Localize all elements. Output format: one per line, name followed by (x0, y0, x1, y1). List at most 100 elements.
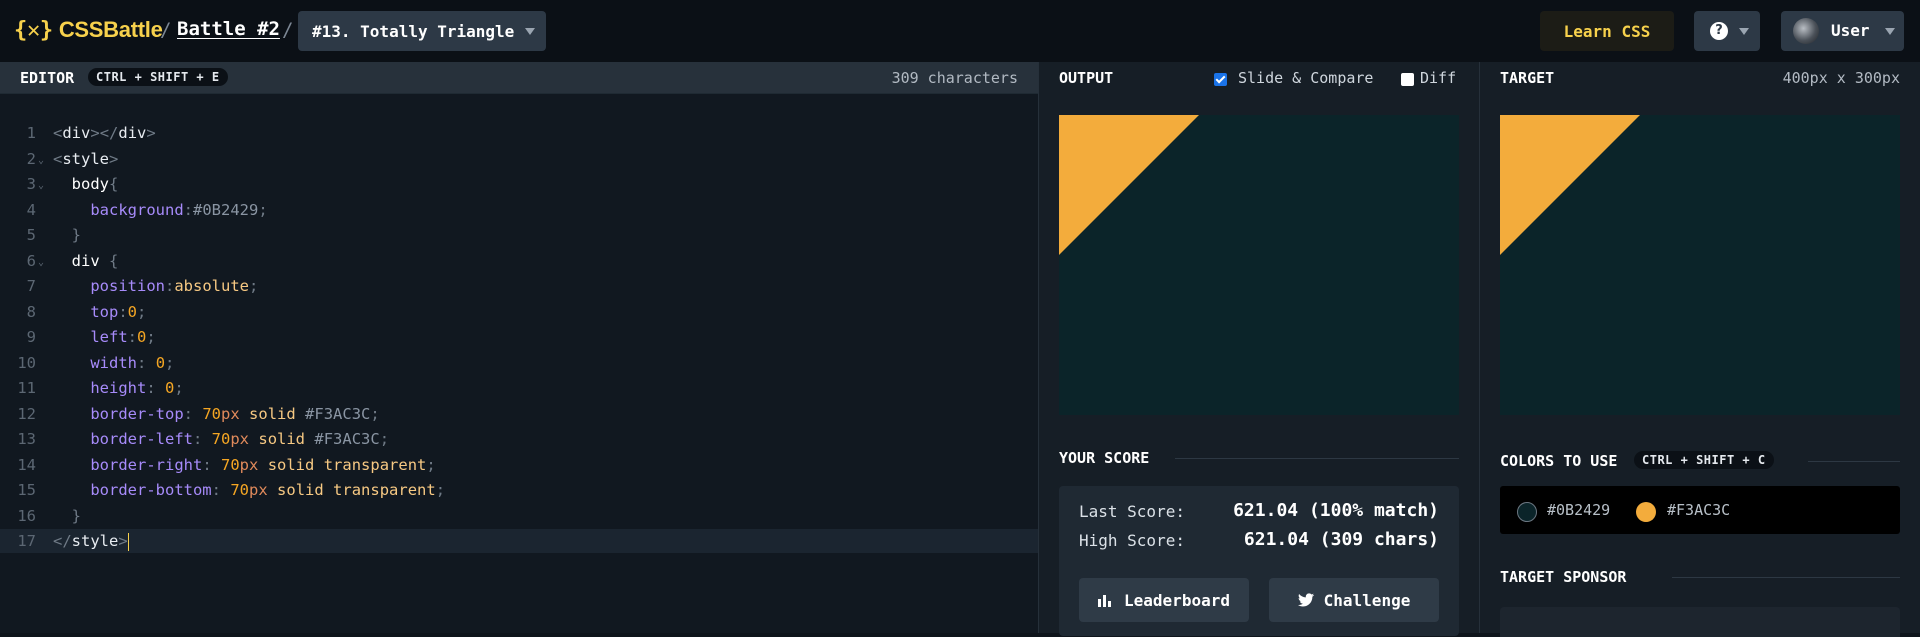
line-number: 1 (26, 124, 36, 142)
code-text: position:absolute; (90, 277, 259, 295)
your-score-title: YOUR SCORE (1059, 449, 1150, 467)
target-triangle (1500, 115, 1640, 255)
output-preview[interactable] (1059, 115, 1459, 415)
code-text: border-bottom: 70px solid transparent; (90, 481, 446, 499)
leaderboard-button[interactable]: Leaderboard (1079, 578, 1249, 622)
line-number: 11 (17, 379, 36, 397)
line-number: 5 (26, 226, 36, 244)
color-label-0b2429[interactable]: #0B2429 (1547, 501, 1610, 519)
code-text: background:#0B2429; (90, 200, 268, 219)
leaderboard-label: Leaderboard (1124, 590, 1230, 610)
code-line[interactable]: 13 border-left: 70px solid #F3AC3C; (0, 427, 1038, 451)
character-count: 309 characters (891, 69, 1018, 87)
help-icon: ? (1710, 22, 1728, 40)
code-text: height: 0; (90, 379, 184, 397)
slide-compare-checkbox[interactable] (1214, 73, 1227, 86)
cssbattle-logo[interactable]: {✕} CSSBattle (14, 17, 163, 43)
line-number: 12 (17, 404, 36, 423)
code-line[interactable]: 9 left:0; (0, 325, 1038, 349)
code-text: </style> (53, 532, 130, 551)
target-panel: TARGET 400px x 300px COLORS TO USE CTRL … (1480, 62, 1920, 637)
challenge-label: Challenge (1323, 590, 1411, 610)
help-menu-button[interactable]: ? (1694, 11, 1760, 51)
editor-label: EDITOR (20, 69, 75, 87)
code-line[interactable]: 1 <div></div> (0, 121, 1038, 145)
code-line[interactable]: 15 border-bottom: 70px solid transparent… (0, 478, 1038, 502)
code-line[interactable]: 12 border-top: 70px solid #F3AC3C; (0, 402, 1038, 426)
target-size: 400px x 300px (1782, 69, 1900, 87)
code-line[interactable]: 14 border-right: 70px solid transparent; (0, 453, 1038, 477)
score-card: Last Score: 621.04 (100% match) High Sco… (1059, 486, 1459, 636)
code-editor[interactable]: 1 <div></div> 2 ⌄ <style> 3 ⌄ body{4 backgroun… (0, 94, 1038, 633)
breadcrumb-separator: / (282, 19, 294, 41)
fold-chevron-icon[interactable]: ⌄ (38, 174, 44, 198)
line-number: 16 (17, 506, 36, 525)
line-number: 8 (26, 302, 36, 321)
code-line[interactable]: 10 width: 0; (0, 351, 1038, 375)
code-line[interactable]: 16 } (0, 504, 1038, 528)
code-line[interactable]: 4 background:#0B2429; (0, 198, 1038, 222)
section-divider (1175, 458, 1459, 459)
code-text: left:0; (90, 328, 156, 346)
line-number: 6 (26, 251, 36, 270)
twitter-icon (1297, 593, 1314, 607)
output-panel: OUTPUT Slide & Compare Diff YOUR SCORE L… (1039, 62, 1479, 636)
code-text: border-left: 70px solid #F3AC3C; (90, 430, 390, 448)
top-bar: {✕} CSSBattle / Battle #2 / #13. Totally… (0, 0, 1920, 62)
challenge-button[interactable]: Challenge (1269, 578, 1439, 622)
user-menu-button[interactable]: User (1781, 11, 1904, 51)
code-text: div { (71, 251, 119, 270)
code-line[interactable]: 8 top:0; (0, 300, 1038, 324)
level-title: #13. Totally Triangle (312, 21, 515, 41)
code-line[interactable]: 17 </style> (0, 529, 1038, 553)
editor-header: EDITOR CTRL + SHIFT + E 309 characters (0, 62, 1038, 94)
code-text: <style> (53, 149, 119, 168)
breadcrumb-battle-link[interactable]: Battle #2 (177, 18, 280, 40)
color-swatch-f3ac3c[interactable] (1636, 502, 1656, 522)
bar-chart-icon (1098, 595, 1112, 607)
code-line[interactable]: 7 position:absolute; (0, 274, 1038, 298)
code-text: } (71, 506, 82, 525)
code-line[interactable]: 6 ⌄ div { (0, 249, 1038, 273)
section-divider (1672, 577, 1900, 578)
fold-chevron-icon[interactable]: ⌄ (38, 149, 44, 173)
line-number: 4 (26, 200, 36, 219)
level-dropdown[interactable]: #13. Totally Triangle (298, 11, 546, 51)
color-label-f3ac3c[interactable]: #F3AC3C (1667, 501, 1730, 519)
line-number: 10 (17, 353, 36, 372)
code-text: <div></div> (53, 124, 156, 142)
code-text: border-right: 70px solid transparent; (90, 455, 436, 474)
chevron-down-icon (1885, 28, 1895, 35)
target-image[interactable] (1500, 115, 1900, 415)
chevron-down-icon (525, 28, 535, 35)
avatar (1793, 18, 1819, 44)
high-score-value: 621.04 (309 chars) (1243, 529, 1439, 550)
line-number: 14 (17, 455, 36, 474)
code-line[interactable]: 11 height: 0; (0, 376, 1038, 400)
code-line[interactable]: 3 ⌄ body{ (0, 172, 1038, 196)
line-number: 13 (17, 430, 36, 448)
fold-chevron-icon[interactable]: ⌄ (38, 251, 44, 275)
output-triangle (1059, 115, 1199, 255)
code-text: width: 0; (90, 353, 175, 372)
high-score-label: High Score: (1079, 531, 1185, 550)
code-text: border-top: 70px solid #F3AC3C; (90, 404, 380, 423)
code-text: top:0; (90, 302, 147, 321)
code-line[interactable]: 5 } (0, 223, 1038, 247)
color-swatch-0b2429[interactable] (1517, 502, 1537, 522)
diff-checkbox[interactable] (1401, 73, 1414, 86)
text-cursor (127, 532, 130, 551)
output-label: OUTPUT (1059, 69, 1114, 87)
code-text: body{ (71, 175, 119, 193)
learn-css-button[interactable]: Learn CSS (1540, 11, 1674, 51)
last-score-label: Last Score: (1079, 502, 1185, 521)
chevron-down-icon (1739, 28, 1749, 35)
line-number: 3 (26, 175, 36, 193)
slide-compare-label[interactable]: Slide & Compare (1238, 69, 1373, 87)
code-line[interactable]: 2 ⌄ <style> (0, 147, 1038, 171)
diff-label[interactable]: Diff (1420, 69, 1456, 87)
colors-palette: #0B2429 #F3AC3C (1500, 486, 1900, 534)
line-number: 2 (26, 149, 36, 168)
line-number: 7 (26, 277, 36, 295)
last-score-value: 621.04 (100% match) (1233, 500, 1439, 521)
